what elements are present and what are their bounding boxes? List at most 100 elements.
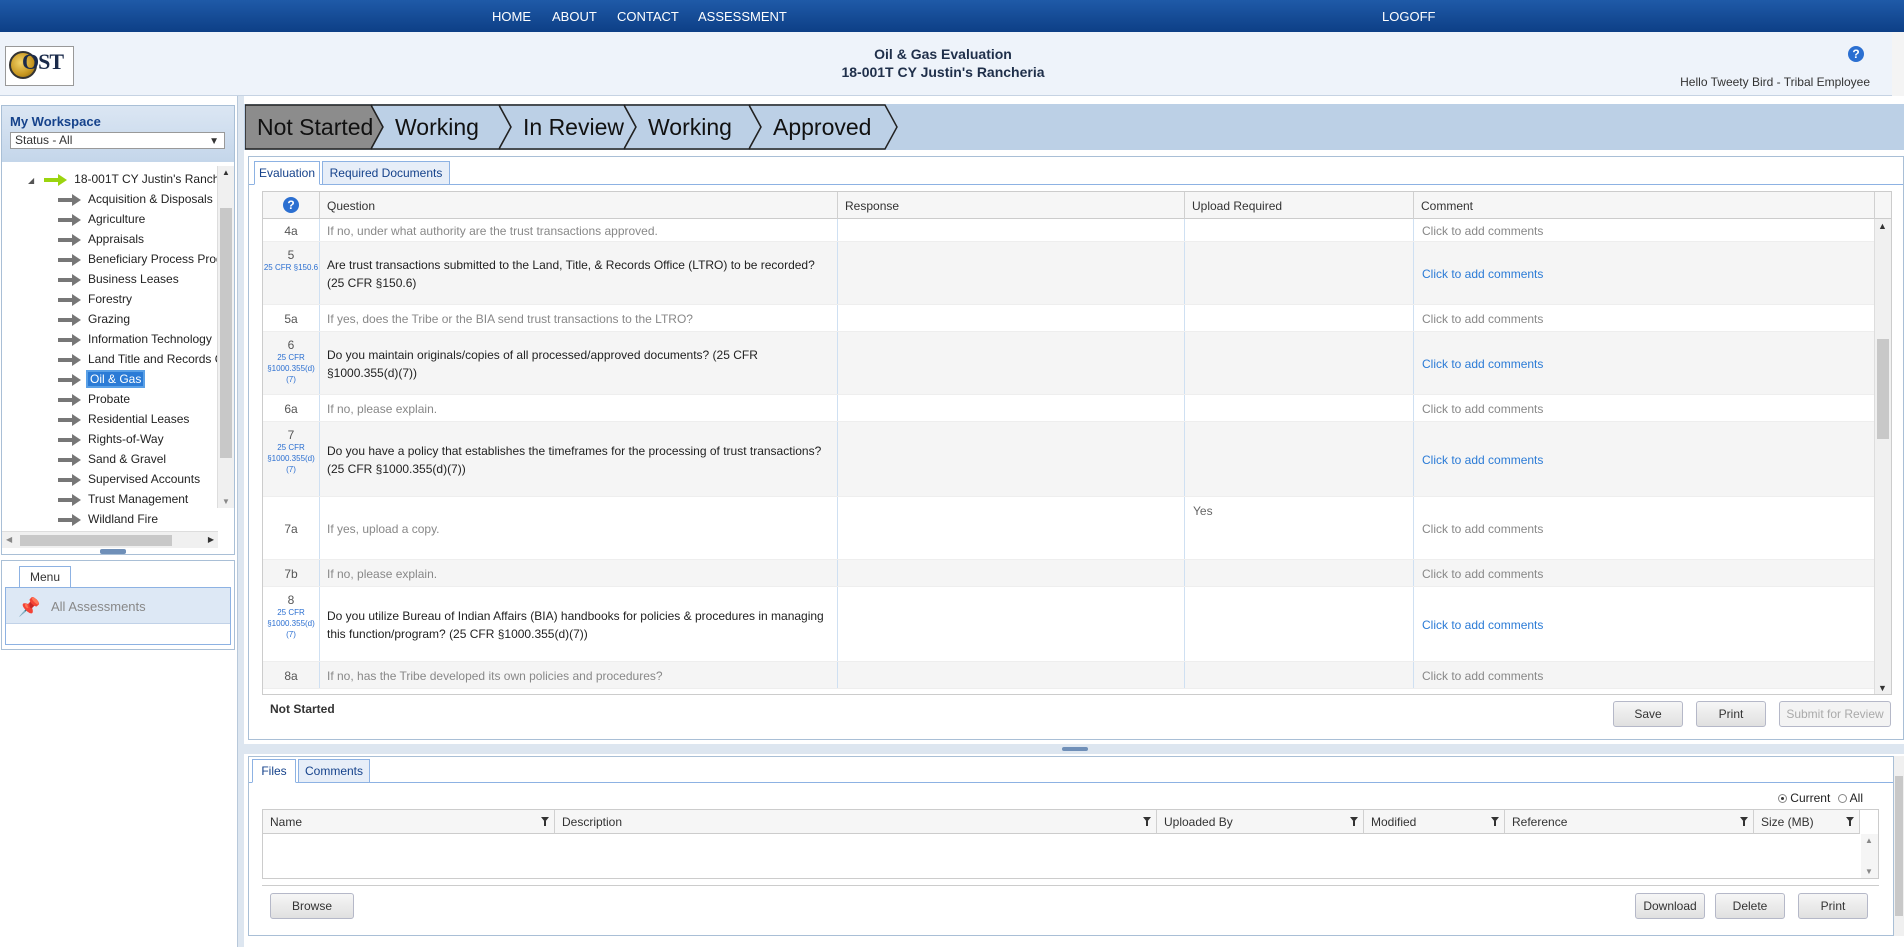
horizontal-splitter[interactable] <box>244 744 1904 754</box>
scroll-thumb[interactable] <box>20 535 172 546</box>
column-upload-required[interactable]: Upload Required <box>1185 192 1414 219</box>
cfr-reference-link[interactable]: 25 CFR §1000.355(d)(7) <box>263 352 319 385</box>
column-description[interactable]: Description <box>555 810 1157 834</box>
tree-item[interactable]: Wildland Fire <box>58 512 158 532</box>
tree-item[interactable]: Rights-of-Way <box>58 432 164 452</box>
scroll-thumb[interactable] <box>220 208 232 458</box>
column-uploaded-by[interactable]: Uploaded By <box>1157 810 1364 834</box>
comment-cell[interactable]: Click to add comments <box>1414 395 1875 421</box>
scroll-left-icon[interactable]: ◀ <box>6 535 12 544</box>
tree-item[interactable]: Agriculture <box>58 212 145 232</box>
nav-assessment-link[interactable]: ASSESSMENT <box>698 9 787 24</box>
tab-evaluation[interactable]: Evaluation <box>254 161 320 185</box>
response-cell[interactable] <box>838 219 1185 241</box>
comment-cell[interactable]: Click to add comments <box>1414 219 1875 241</box>
filter-icon[interactable] <box>1350 817 1358 826</box>
submit-for-review-button[interactable]: Submit for Review <box>1779 701 1891 727</box>
dropdown-caret-icon[interactable]: ▼ <box>209 134 219 149</box>
response-cell[interactable] <box>838 332 1185 394</box>
scroll-thumb[interactable] <box>1895 776 1903 916</box>
add-comment-link[interactable]: Click to add comments <box>1422 402 1543 416</box>
response-cell[interactable] <box>838 242 1185 304</box>
column-name[interactable]: Name <box>263 810 555 834</box>
help-icon[interactable]: ? <box>1848 46 1864 62</box>
table-row[interactable]: 8 25 CFR §1000.355(d)(7) Do you utilize Bu… <box>263 587 1875 662</box>
comment-cell[interactable]: Click to add comments <box>1414 305 1875 331</box>
left-panel-divider[interactable] <box>237 96 244 947</box>
scroll-thumb[interactable] <box>1877 339 1889 439</box>
scroll-down-icon[interactable]: ▼ <box>1865 867 1873 876</box>
response-cell[interactable] <box>838 422 1185 496</box>
comment-cell[interactable]: Click to add comments <box>1414 662 1875 688</box>
download-button[interactable]: Download <box>1635 893 1705 919</box>
table-row[interactable]: 5a If yes, does the Tribe or the BIA send… <box>263 305 1875 332</box>
status-filter-select[interactable]: Status - All ▼ <box>10 132 225 149</box>
browse-button[interactable]: Browse <box>270 893 354 919</box>
tree-item[interactable]: Supervised Accounts <box>58 472 200 492</box>
scroll-up-icon[interactable]: ▲ <box>1865 836 1873 845</box>
comment-cell[interactable]: Click to add comments <box>1414 242 1875 304</box>
scroll-down-icon[interactable]: ▼ <box>1878 683 1887 693</box>
comment-cell[interactable]: Click to add comments <box>1414 332 1875 394</box>
nav-about-link[interactable]: ABOUT <box>552 9 597 24</box>
tree-root[interactable]: ◢ 18-001T CY Justin's Rancheria <box>28 172 218 192</box>
tree-item[interactable]: Forestry <box>58 292 132 312</box>
tree-item[interactable]: Sand & Gravel <box>58 452 166 472</box>
scroll-right-icon[interactable]: ▶ <box>208 535 214 544</box>
table-row[interactable]: 5 25 CFR §150.6 Are trust transactions sub… <box>263 242 1875 305</box>
radio-current[interactable] <box>1778 794 1788 804</box>
splitter-grip[interactable] <box>1062 747 1088 751</box>
table-row[interactable]: 6 25 CFR §1000.355(d)(7) Do you maintain o… <box>263 332 1875 395</box>
add-comment-link[interactable]: Click to add comments <box>1422 618 1543 632</box>
filter-icon[interactable] <box>1740 817 1748 826</box>
tab-menu[interactable]: Menu <box>19 566 71 588</box>
add-comment-link[interactable]: Click to add comments <box>1422 267 1543 281</box>
nav-contact-link[interactable]: CONTACT <box>617 9 679 24</box>
radio-all[interactable] <box>1837 794 1847 804</box>
add-comment-link[interactable]: Click to add comments <box>1422 669 1543 683</box>
tab-comments[interactable]: Comments <box>298 759 370 783</box>
response-cell[interactable] <box>838 662 1185 688</box>
tree-item[interactable]: Beneficiary Process Program <box>58 252 218 272</box>
menu-item-all-assessments[interactable]: 📌 All Assessments <box>6 588 230 624</box>
header-scrollbar[interactable] <box>1892 32 1904 96</box>
table-row[interactable]: 7 25 CFR §1000.355(d)(7) Do you have a pol… <box>263 422 1875 497</box>
column-modified[interactable]: Modified <box>1364 810 1505 834</box>
add-comment-link[interactable]: Click to add comments <box>1422 453 1543 467</box>
tree-item[interactable]: Business Leases <box>58 272 179 292</box>
column-question[interactable]: Question <box>320 192 838 219</box>
tree-item[interactable]: Information Technology <box>58 332 212 352</box>
nav-home-link[interactable]: HOME <box>492 9 531 24</box>
print-button[interactable]: Print <box>1696 701 1766 727</box>
table-row[interactable]: 7b If no, please explain. Click to add com… <box>263 560 1875 587</box>
ost-logo[interactable]: OST <box>5 46 74 86</box>
filter-icon[interactable] <box>1846 817 1854 826</box>
save-button[interactable]: Save <box>1613 701 1683 727</box>
tab-files[interactable]: Files <box>252 759 296 783</box>
filter-icon[interactable] <box>541 817 549 826</box>
column-size[interactable]: Size (MB) <box>1754 810 1860 834</box>
tree-vertical-scrollbar[interactable]: ▲ ▼ <box>217 166 234 508</box>
comment-cell[interactable]: Click to add comments <box>1414 560 1875 586</box>
table-row[interactable]: 7a If yes, upload a copy. Yes Click to add … <box>263 497 1875 560</box>
tree-horizontal-scrollbar[interactable]: ◀ ▶ <box>2 531 218 548</box>
column-reference[interactable]: Reference <box>1505 810 1754 834</box>
collapse-icon[interactable]: ◢ <box>28 176 34 185</box>
tree-item[interactable]: Land Title and Records Office <box>58 352 218 372</box>
scroll-up-icon[interactable]: ▲ <box>1878 221 1887 231</box>
tab-required-documents[interactable]: Required Documents <box>322 161 450 185</box>
tree-item[interactable]: Probate <box>58 392 130 412</box>
add-comment-link[interactable]: Click to add comments <box>1422 357 1543 371</box>
cfr-reference-link[interactable]: 25 CFR §1000.355(d)(7) <box>263 607 319 640</box>
comment-cell[interactable]: Click to add comments <box>1414 587 1875 661</box>
nav-logoff-link[interactable]: LOGOFF <box>1382 9 1435 24</box>
response-cell[interactable] <box>838 587 1185 661</box>
column-response[interactable]: Response <box>838 192 1185 219</box>
cfr-reference-link[interactable]: 25 CFR §1000.355(d)(7) <box>263 442 319 475</box>
tree-item[interactable]: Grazing <box>58 312 130 332</box>
tree-item[interactable]: Oil & Gas <box>58 370 146 392</box>
grid-vertical-scrollbar[interactable]: ▲ ▼ <box>1874 219 1891 694</box>
add-comment-link[interactable]: Click to add comments <box>1422 567 1543 581</box>
cfr-reference-link[interactable]: 25 CFR §150.6 <box>263 262 319 273</box>
panel-splitter-grip[interactable] <box>100 549 126 554</box>
